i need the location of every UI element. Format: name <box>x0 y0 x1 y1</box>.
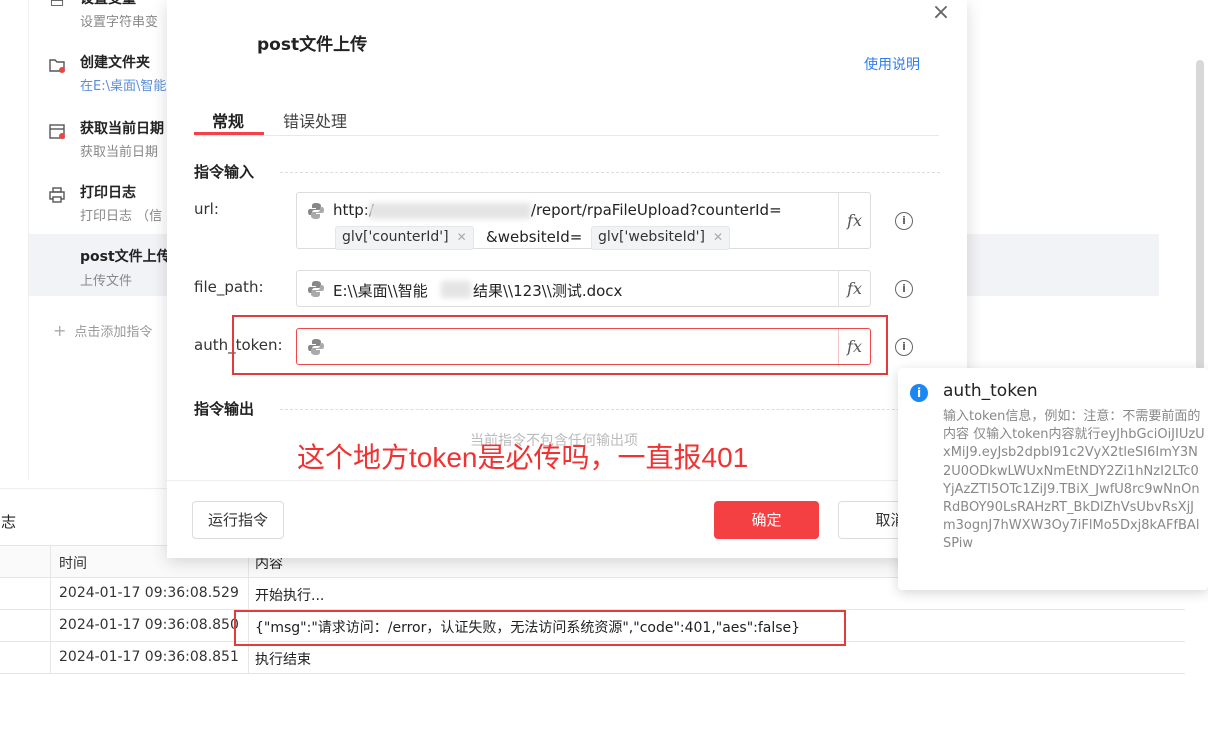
column-header-time: 时间 <box>59 556 87 572</box>
log-time: 2024-01-17 09:36:08.529 <box>59 585 239 601</box>
tooltip-title: auth_token <box>943 381 1038 401</box>
file-path-text-start: E:\\桌面\\智能 <box>333 282 428 300</box>
folder-add-icon <box>47 56 67 76</box>
section-input-title: 指令输入 <box>194 163 255 181</box>
info-icon[interactable]: i <box>895 212 913 230</box>
python-icon <box>308 281 324 297</box>
command-title: 获取当前日期 <box>80 121 164 137</box>
command-title: post文件上传 <box>80 249 171 265</box>
dialog-title: post文件上传 <box>257 35 368 55</box>
file-path-text-end: 结果\\123\\测试.docx <box>473 282 623 300</box>
python-icon <box>308 203 324 219</box>
auth-token-tooltip: i auth_token 输入token信息，例如：注意：不需要前面的内容 仅输… <box>898 368 1208 590</box>
log-time: 2024-01-17 09:36:08.850 <box>59 617 239 633</box>
highlight-box-auth-token <box>232 315 888 375</box>
variable-icon: ▭ <box>49 0 65 11</box>
variable-tag[interactable]: glv['counterId'] ✕ <box>335 226 474 250</box>
info-icon[interactable]: i <box>895 338 913 356</box>
info-icon: i <box>910 384 928 402</box>
file-path-input[interactable]: E:\\桌面\\智能 结果\\123\\测试.docx fx <box>296 270 871 307</box>
divider <box>280 409 940 410</box>
url-text-mid: &websiteId= <box>486 228 583 246</box>
add-command-label: 点击添加指令 <box>74 325 153 340</box>
info-icon[interactable]: i <box>895 280 913 298</box>
url-label: url: <box>194 200 219 218</box>
tag-remove-icon[interactable]: ✕ <box>713 230 723 244</box>
url-text-start: http:/ <box>333 201 374 219</box>
add-command-button[interactable]: + 点击添加指令 <box>53 321 152 340</box>
annotation-text: 这个地方token是必传吗，一直报401 <box>297 442 749 473</box>
tab-bar: 常规 错误处理 <box>194 100 939 136</box>
tag-label: glv['websiteId'] <box>598 229 705 245</box>
log-title: 日志 <box>0 513 17 531</box>
command-desc: 获取当前日期 <box>80 145 159 160</box>
redacted-area <box>369 203 531 219</box>
url-text-path: /report/rpaFileUpload?counterId= <box>531 201 782 219</box>
command-desc: 打印日志 （信 <box>80 209 163 224</box>
highlight-box-error-log <box>234 610 846 646</box>
command-desc: 上传文件 <box>80 274 133 289</box>
confirm-button[interactable]: 确定 <box>714 501 819 539</box>
log-message: 开始执行... <box>255 588 325 604</box>
scrollbar[interactable] <box>1196 60 1204 370</box>
command-title: 创建文件夹 <box>80 55 150 71</box>
tooltip-body: 输入token信息，例如：注意：不需要前面的内容 仅输入token内容就行eyJ… <box>943 409 1205 552</box>
table-row: 2024-01-17 09:36:08.851 执行结束 <box>0 642 1185 674</box>
log-time: 2024-01-17 09:36:08.851 <box>59 649 239 665</box>
variable-tag[interactable]: glv['websiteId'] ✕ <box>591 226 730 250</box>
tab-error-handling[interactable]: 错误处理 <box>283 108 347 132</box>
command-desc: 设置字符串变 <box>80 15 159 30</box>
file-path-label: file_path: <box>194 278 264 296</box>
command-desc: 在E:\桌面\智能 <box>80 79 167 94</box>
printer-icon <box>47 186 67 206</box>
command-title: 设置变量 <box>80 0 136 8</box>
calendar-icon <box>47 122 67 142</box>
expression-button[interactable]: fx <box>838 193 870 248</box>
divider <box>280 172 940 173</box>
tag-label: glv['counterId'] <box>342 229 449 245</box>
url-input[interactable]: http:/ /report/rpaFileUpload?counterId= … <box>296 192 871 250</box>
section-output-title: 指令输出 <box>194 400 255 418</box>
tag-remove-icon[interactable]: ✕ <box>457 230 467 244</box>
close-icon[interactable]: × <box>931 2 951 24</box>
run-command-button[interactable]: 运行指令 <box>192 501 284 539</box>
expression-button[interactable]: fx <box>838 271 870 306</box>
command-title: 打印日志 <box>80 185 136 201</box>
log-message: 执行结束 <box>255 652 311 668</box>
plus-icon: + <box>53 321 67 340</box>
footer-divider <box>167 480 967 481</box>
tab-general[interactable]: 常规 <box>212 108 244 132</box>
active-tab-indicator <box>194 132 264 135</box>
redacted-area <box>441 281 471 298</box>
usage-link[interactable]: 使用说明 <box>864 54 920 74</box>
